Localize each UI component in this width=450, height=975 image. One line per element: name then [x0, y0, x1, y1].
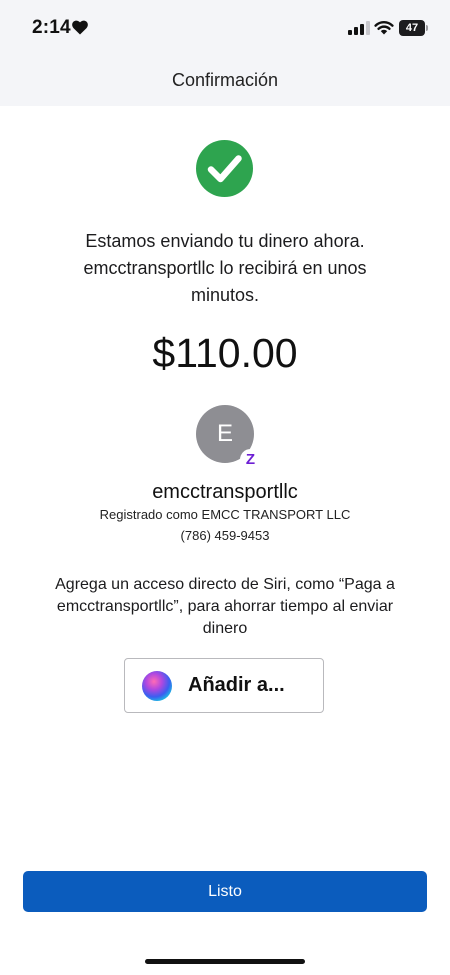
zelle-icon: Z	[240, 449, 261, 470]
wifi-icon	[374, 21, 394, 35]
battery-tip	[426, 25, 428, 31]
page-title: Confirmación	[171, 70, 279, 90]
registered-name: Registrado como EMCC TRANSPORT LLC	[99, 507, 351, 522]
siri-text-line-1: Agrega un acceso directo de Siri, como “…	[55, 576, 395, 593]
siri-text-line-2: emcctransportllc”, para ahorrar tiempo a…	[56, 598, 394, 615]
home-indicator	[145, 959, 305, 964]
recipient-name: emcctransportllc	[152, 481, 298, 503]
nav-header: Confirmación	[0, 56, 450, 106]
amount: $110.00	[152, 330, 298, 376]
heart-icon	[72, 20, 88, 35]
done-button[interactable]: Listo	[23, 871, 427, 912]
confirmation-line-1: Estamos enviando tu dinero ahora.	[85, 231, 365, 251]
confirmation-line-2: emcctransportllc lo recibirá en unos	[83, 258, 367, 278]
add-to-siri-label: Añadir a...	[188, 674, 285, 696]
confirmation-message: Estamos enviando tu dinero ahora. emcctr…	[40, 228, 410, 309]
cellular-signal-icon	[348, 21, 370, 35]
battery-level: 47	[399, 20, 425, 36]
battery-icon: 47	[399, 20, 429, 36]
siri-text-line-3: dinero	[202, 620, 248, 637]
add-to-siri-button[interactable]: Añadir a...	[124, 658, 324, 713]
siri-icon	[142, 671, 172, 701]
status-bar: 2:14 47	[0, 0, 450, 56]
confirmation-line-3: minutos.	[190, 285, 260, 305]
recipient-phone: (786) 459-9453	[180, 528, 270, 543]
siri-shortcut-text: Agrega un acceso directo de Siri, como “…	[36, 574, 414, 640]
status-time: 2:14	[32, 17, 71, 38]
check-circle-icon	[196, 140, 253, 197]
